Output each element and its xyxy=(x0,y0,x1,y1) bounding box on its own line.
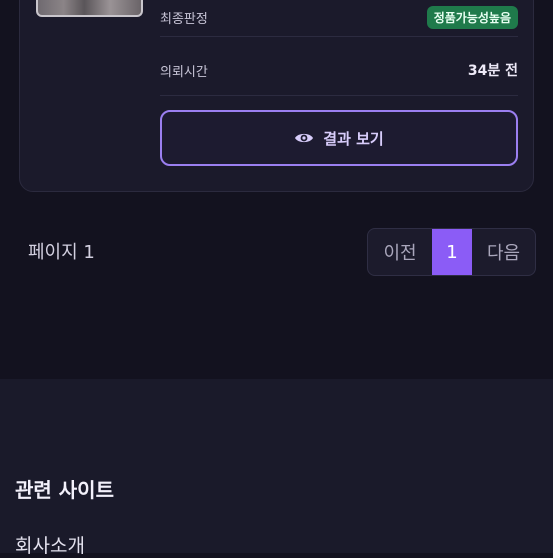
page-indicator: 페이지 1 xyxy=(28,242,95,263)
request-time-label: 의뢰시간 xyxy=(160,64,208,80)
current-page-button[interactable]: 1 xyxy=(432,229,472,275)
product-thumbnail[interactable] xyxy=(36,0,143,17)
related-sites-heading: 관련 사이트 xyxy=(15,478,114,502)
final-verdict-row: 최종판정 정품가능성높음 xyxy=(160,0,518,37)
view-result-button[interactable]: 결과 보기 xyxy=(160,110,518,166)
status-badge: 정품가능성높음 xyxy=(426,5,518,29)
footer-link-about[interactable]: 회사소개 xyxy=(15,531,85,558)
request-time-row: 의뢰시간 34분 전 xyxy=(160,45,518,96)
view-result-label: 결과 보기 xyxy=(323,129,384,148)
final-verdict-label: 최종판정 xyxy=(160,11,208,27)
footer: 관련 사이트 회사소개 xyxy=(0,379,553,557)
prev-page-button[interactable]: 이전 xyxy=(368,229,432,275)
eye-icon xyxy=(294,131,314,145)
pagination: 이전 1 다음 xyxy=(367,228,536,276)
next-page-button[interactable]: 다음 xyxy=(472,229,535,275)
request-time-value: 34분 전 xyxy=(467,63,518,79)
